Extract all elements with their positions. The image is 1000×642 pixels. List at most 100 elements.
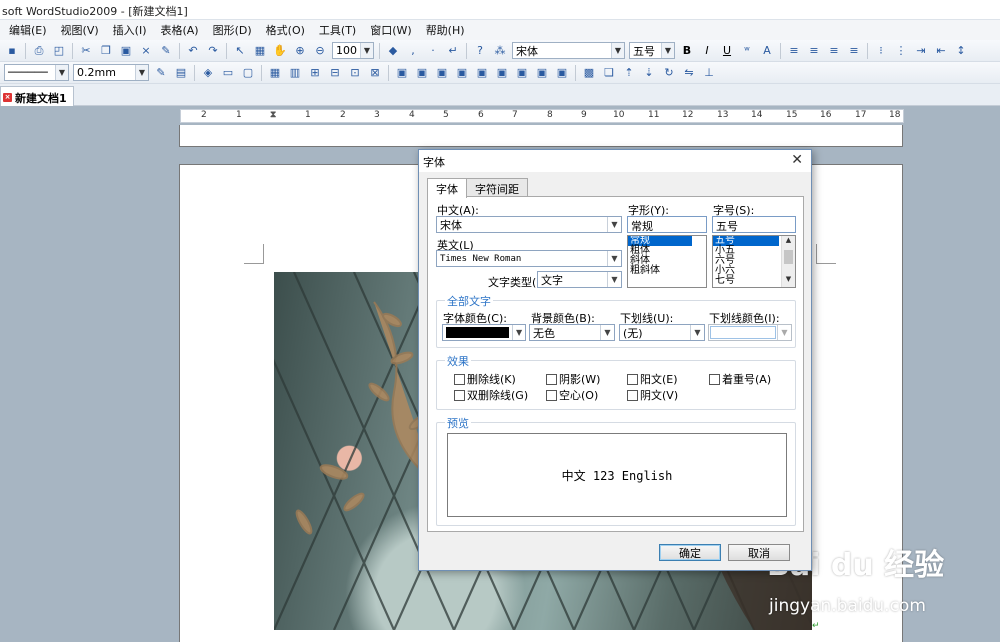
bg-color-select[interactable]: 无色 ▼ bbox=[529, 324, 615, 341]
line-style-select[interactable]: ────── ▼ bbox=[4, 64, 69, 81]
zoom-in-icon[interactable]: ⊕ bbox=[292, 43, 308, 59]
align-right-icon[interactable]: ≡ bbox=[826, 43, 842, 59]
align-objects-icon[interactable]: ⊥ bbox=[701, 65, 717, 81]
shape-c-icon[interactable]: ▣ bbox=[454, 65, 470, 81]
menu-view[interactable]: 视图(V) bbox=[54, 22, 106, 38]
special-char-icon[interactable]: ↵ bbox=[445, 43, 461, 59]
scroll-up-icon[interactable]: ▲ bbox=[782, 236, 795, 248]
hand-icon[interactable]: ✋ bbox=[272, 43, 288, 59]
menu-table[interactable]: 表格(A) bbox=[153, 22, 205, 38]
shape-e-icon[interactable]: ▣ bbox=[494, 65, 510, 81]
double-strikethrough-checkbox[interactable]: 双删除线(G) bbox=[454, 387, 528, 403]
split-cells-icon[interactable]: ⊠ bbox=[367, 65, 383, 81]
shape-f-icon[interactable]: ▣ bbox=[514, 65, 530, 81]
dialog-title-bar[interactable]: 字体 ✕ bbox=[419, 150, 811, 172]
print-preview-icon[interactable]: ◰ bbox=[51, 43, 67, 59]
bullet-list-icon[interactable]: ⁝ bbox=[873, 43, 889, 59]
shape-h-icon[interactable]: ▣ bbox=[554, 65, 570, 81]
font-style-input[interactable]: 常规 bbox=[627, 216, 707, 233]
print-icon[interactable]: ⎙ bbox=[31, 43, 47, 59]
scroll-thumb[interactable] bbox=[784, 250, 793, 264]
outline-checkbox[interactable]: 空心(O) bbox=[546, 387, 598, 403]
paste-icon[interactable]: ▣ bbox=[118, 43, 134, 59]
ok-button[interactable]: 确定 bbox=[659, 544, 721, 561]
help-icon[interactable]: ? bbox=[472, 43, 488, 59]
punctuation-icon[interactable]: · bbox=[425, 43, 441, 59]
superscript-icon[interactable]: ʷ bbox=[739, 43, 755, 59]
indent-icon[interactable]: ⇥ bbox=[913, 43, 929, 59]
font-name-select[interactable]: 宋体 ▼ bbox=[512, 42, 625, 59]
save-icon[interactable]: ▪ bbox=[4, 43, 20, 59]
chinese-font-select[interactable]: 宋体 ▼ bbox=[436, 216, 622, 233]
font-size-scrollbar[interactable]: ▲ ▼ bbox=[781, 236, 795, 287]
group-icon[interactable]: ❏ bbox=[601, 65, 617, 81]
table-icon[interactable]: ▦ bbox=[267, 65, 283, 81]
menu-edit[interactable]: 编辑(E) bbox=[2, 22, 54, 38]
menu-insert[interactable]: 插入(I) bbox=[106, 22, 154, 38]
number-list-icon[interactable]: ⋮ bbox=[893, 43, 909, 59]
delete-icon[interactable]: × bbox=[138, 43, 154, 59]
table-grid-icon[interactable]: ▥ bbox=[287, 65, 303, 81]
underline-color-select[interactable]: ▼ bbox=[708, 324, 792, 341]
zoom-out-icon[interactable]: ⊖ bbox=[312, 43, 328, 59]
emphasis-mark-checkbox[interactable]: 着重号(A) bbox=[709, 371, 771, 387]
align-left-icon[interactable]: ≡ bbox=[786, 43, 802, 59]
style-icon[interactable]: ⁂ bbox=[492, 43, 508, 59]
font-style-option[interactable]: 粗斜体 bbox=[628, 266, 706, 276]
cut-icon[interactable]: ✂ bbox=[78, 43, 94, 59]
underline-select[interactable]: (无) ▼ bbox=[619, 324, 705, 341]
font-size-list[interactable]: 五号 小五 六号 小六 七号 ▲ ▼ bbox=[712, 235, 796, 288]
undo-icon[interactable]: ↶ bbox=[185, 43, 201, 59]
grid-icon[interactable]: ▦ bbox=[252, 43, 268, 59]
font-color-icon[interactable]: A bbox=[759, 43, 775, 59]
shape-b-icon[interactable]: ▣ bbox=[434, 65, 450, 81]
ruler-indent-marker[interactable]: ⧗ bbox=[270, 110, 276, 120]
flip-icon[interactable]: ⇋ bbox=[681, 65, 697, 81]
underline-button[interactable]: U bbox=[719, 43, 735, 59]
rotate-icon[interactable]: ↻ bbox=[661, 65, 677, 81]
scroll-down-icon[interactable]: ▼ bbox=[782, 275, 795, 287]
italic-button[interactable]: I bbox=[699, 43, 715, 59]
cancel-button[interactable]: 取消 bbox=[728, 544, 790, 561]
close-icon[interactable]: ✕ bbox=[791, 152, 803, 168]
shape-d-icon[interactable]: ▣ bbox=[474, 65, 490, 81]
merge-cells-icon[interactable]: ⊡ bbox=[347, 65, 363, 81]
bold-button[interactable]: B bbox=[679, 43, 695, 59]
line-spacing-icon[interactable]: ↕ bbox=[953, 43, 969, 59]
tab-character-spacing[interactable]: 字符间距 bbox=[466, 178, 528, 197]
frame-icon[interactable]: ▭ bbox=[220, 65, 236, 81]
horizontal-ruler[interactable]: 2 1 ⧗ 1 2 3 4 5 6 7 8 9 10 11 12 13 14 1… bbox=[0, 107, 1000, 125]
outdent-icon[interactable]: ⇤ bbox=[933, 43, 949, 59]
engrave-checkbox[interactable]: 阴文(V) bbox=[627, 387, 678, 403]
border-icon[interactable]: ▢ bbox=[240, 65, 256, 81]
send-backward-icon[interactable]: ⇣ bbox=[641, 65, 657, 81]
font-color-select[interactable]: ▼ bbox=[442, 324, 526, 341]
symbol-icon[interactable]: , bbox=[405, 43, 421, 59]
shape-rect-icon[interactable]: ▣ bbox=[394, 65, 410, 81]
text-type-select[interactable]: 文字 ▼ bbox=[537, 271, 622, 288]
menu-format[interactable]: 格式(O) bbox=[259, 22, 312, 38]
pen-color-icon[interactable]: ✎ bbox=[153, 65, 169, 81]
font-style-list[interactable]: 常规 粗体 斜体 粗斜体 bbox=[627, 235, 707, 288]
zoom-select[interactable]: 100 % ▼ bbox=[332, 42, 374, 59]
emboss-checkbox[interactable]: 阳文(E) bbox=[627, 371, 678, 387]
tab-document-1[interactable]: × 新建文档1 bbox=[0, 86, 74, 106]
menu-window[interactable]: 窗口(W) bbox=[363, 22, 418, 38]
insert-image-icon[interactable]: ◆ bbox=[385, 43, 401, 59]
document-close-icon[interactable]: × bbox=[3, 93, 12, 102]
align-center-icon[interactable]: ≡ bbox=[806, 43, 822, 59]
font-size-input[interactable]: 五号 bbox=[712, 216, 796, 233]
fill-color-icon[interactable]: ▤ bbox=[173, 65, 189, 81]
menu-graphics[interactable]: 图形(D) bbox=[206, 22, 259, 38]
shadow-checkbox[interactable]: 阴影(W) bbox=[546, 371, 600, 387]
pointer-icon[interactable]: ↖ bbox=[232, 43, 248, 59]
shape-g-icon[interactable]: ▣ bbox=[534, 65, 550, 81]
redo-icon[interactable]: ↷ bbox=[205, 43, 221, 59]
justify-icon[interactable]: ≡ bbox=[846, 43, 862, 59]
english-font-select[interactable]: Times New Roman ▼ bbox=[436, 250, 622, 267]
bring-forward-icon[interactable]: ⇡ bbox=[621, 65, 637, 81]
shape-a-icon[interactable]: ▣ bbox=[414, 65, 430, 81]
picture-icon[interactable]: ▩ bbox=[581, 65, 597, 81]
font-size-select[interactable]: 五号 ▼ bbox=[629, 42, 675, 59]
paint-bucket-icon[interactable]: ◈ bbox=[200, 65, 216, 81]
